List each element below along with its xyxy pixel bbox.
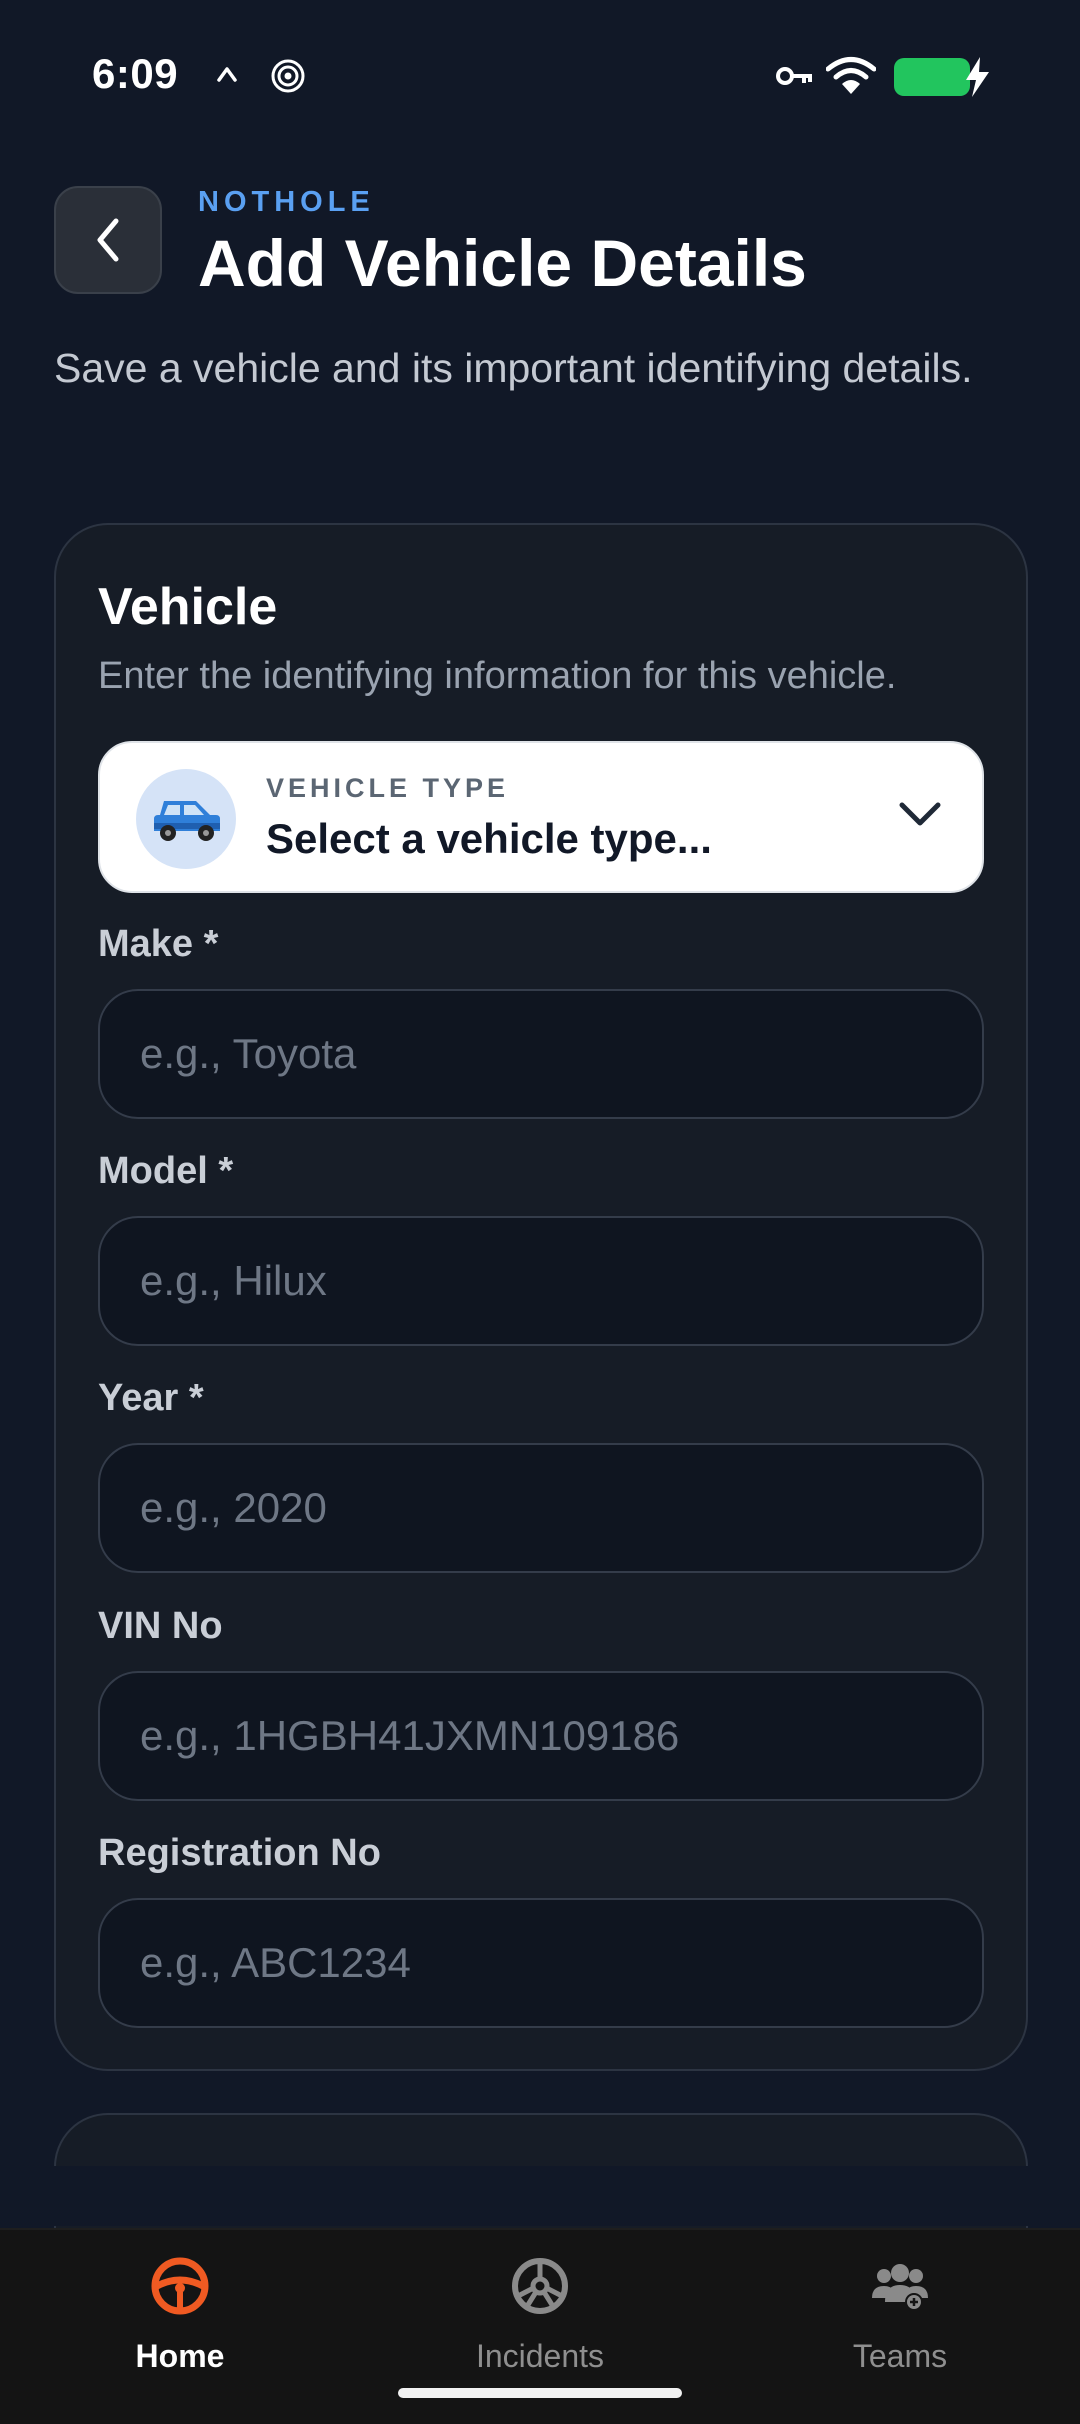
car-icon	[154, 801, 220, 841]
status-time: 6:09	[92, 50, 179, 97]
chevron-down-icon	[899, 802, 941, 826]
nav-item-home[interactable]: Home	[0, 2230, 360, 2400]
year-label: Year *	[98, 1377, 204, 1419]
nav-item-incidents[interactable]: Incidents	[360, 2230, 720, 2400]
brand-label: NOTHOLE	[198, 186, 375, 218]
vehicle-card: Vehicle Enter the identifying informatio…	[54, 523, 1028, 2071]
caret-up-icon	[217, 67, 237, 82]
card-title: Vehicle	[98, 578, 278, 636]
vehicle-type-label: VEHICLE TYPE	[266, 773, 510, 803]
vehicle-type-select[interactable]: VEHICLE TYPE Select a vehicle type...	[98, 741, 984, 893]
make-label: Make *	[98, 923, 219, 965]
year-input[interactable]	[98, 1443, 984, 1573]
nav-item-teams[interactable]: Teams	[720, 2230, 1080, 2400]
model-input[interactable]	[98, 1216, 984, 1346]
model-label: Model *	[98, 1150, 234, 1192]
page-title: Add Vehicle Details	[198, 226, 807, 300]
screen: 6:09 NOTHOLE Add Vehicle Details Save a	[0, 0, 1080, 2424]
steering-wheel-icon	[151, 2257, 209, 2315]
status-bar: 6:09	[0, 0, 1080, 150]
nav-label-home: Home	[135, 2338, 225, 2374]
card-subtitle: Enter the identifying information for th…	[98, 655, 897, 697]
spiral-icon	[271, 59, 305, 93]
nav-label-incidents: Incidents	[475, 2338, 605, 2374]
registration-label: Registration No	[98, 1832, 381, 1874]
charging-bolt-icon	[966, 57, 989, 97]
key-icon	[776, 67, 812, 85]
registration-input[interactable]	[98, 1898, 984, 2028]
make-input[interactable]	[98, 989, 984, 1119]
users-icon	[872, 2264, 928, 2311]
home-indicator	[398, 2388, 682, 2398]
vin-label: VIN No	[98, 1605, 223, 1647]
vin-input[interactable]	[98, 1671, 984, 1801]
back-button[interactable]	[54, 186, 162, 294]
scroll-clip	[0, 2166, 1080, 2226]
chevron-left-icon	[97, 218, 119, 262]
nav-label-teams: Teams	[852, 2338, 948, 2374]
battery-icon	[894, 58, 970, 96]
page-subtitle: Save a vehicle and its important identif…	[54, 345, 973, 391]
vehicle-type-avatar	[136, 769, 236, 869]
wifi-icon	[826, 57, 876, 94]
vehicle-type-value: Select a vehicle type...	[266, 815, 712, 862]
wheel-icon	[512, 2258, 568, 2314]
